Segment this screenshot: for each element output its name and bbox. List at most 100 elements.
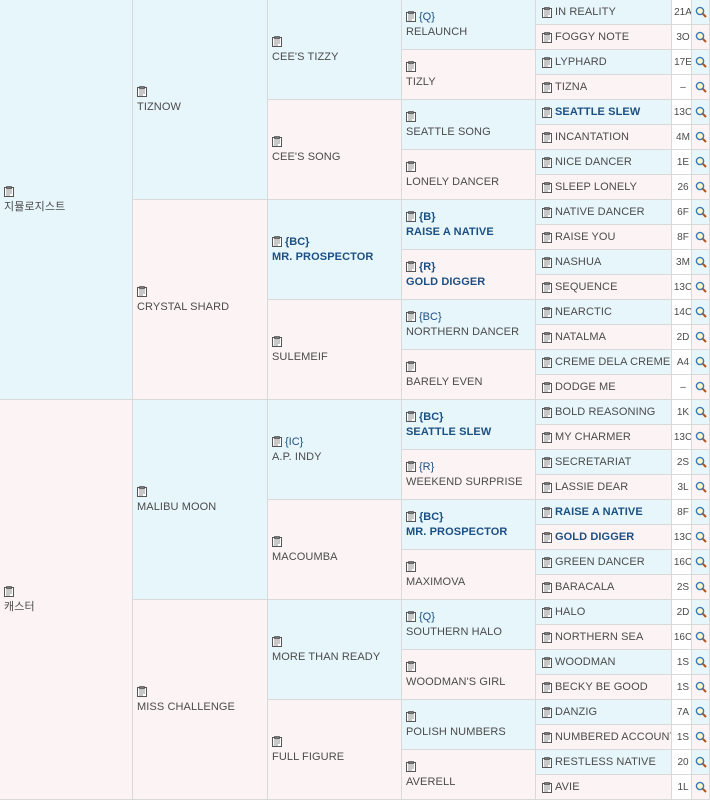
- ancestor-name-link[interactable]: GOLD DIGGER: [406, 275, 535, 289]
- ancestor-name-link[interactable]: SEQUENCE: [555, 280, 618, 294]
- clipboard-icon[interactable]: [542, 631, 552, 643]
- magnifier-icon[interactable]: [692, 450, 709, 474]
- ancestor-name-link[interactable]: 지뮬로지스트: [4, 200, 132, 214]
- clipboard-icon[interactable]: [406, 661, 416, 672]
- ancestor-name-link[interactable]: CEE'S SONG: [272, 150, 401, 164]
- ancestor-name-link[interactable]: LYPHARD: [555, 55, 607, 69]
- ancestor-name-link[interactable]: NASHUA: [555, 255, 601, 269]
- ancestor-name-link[interactable]: MACOUMBA: [272, 550, 401, 564]
- clipboard-icon[interactable]: [272, 336, 282, 347]
- magnifier-icon[interactable]: [692, 175, 709, 199]
- ancestor-name-link[interactable]: MR. PROSPECTOR: [272, 250, 401, 264]
- ancestor-name-link[interactable]: NEARCTIC: [555, 305, 612, 319]
- clipboard-icon[interactable]: [406, 761, 416, 772]
- clipboard-icon[interactable]: [542, 381, 552, 393]
- clipboard-icon[interactable]: [542, 281, 552, 293]
- ancestor-name-link[interactable]: FOGGY NOTE: [555, 30, 629, 44]
- ancestor-name-link[interactable]: NUMBERED ACCOUNT: [555, 730, 671, 744]
- clipboard-icon[interactable]: [4, 586, 14, 597]
- clipboard-icon[interactable]: [137, 486, 147, 497]
- magnifier-icon[interactable]: [692, 300, 709, 324]
- ancestor-name-link[interactable]: SECRETARIAT: [555, 455, 631, 469]
- magnifier-icon[interactable]: [692, 250, 709, 274]
- ancestor-name-link[interactable]: GREEN DANCER: [555, 555, 645, 569]
- ancestor-name-link[interactable]: SLEEP LONELY: [555, 180, 637, 194]
- ancestor-name-link[interactable]: MAXIMOVA: [406, 575, 535, 589]
- clipboard-icon[interactable]: [542, 331, 552, 343]
- magnifier-icon[interactable]: [692, 650, 709, 674]
- clipboard-icon[interactable]: [542, 581, 552, 593]
- clipboard-icon[interactable]: [542, 706, 552, 718]
- ancestor-name-link[interactable]: TIZNA: [555, 80, 587, 94]
- ancestor-name-link[interactable]: SULEMEIF: [272, 350, 401, 364]
- clipboard-icon[interactable]: [542, 531, 552, 543]
- ancestor-name-link[interactable]: CEE'S TIZZY: [272, 50, 401, 64]
- magnifier-icon[interactable]: [692, 100, 709, 124]
- ancestor-name-link[interactable]: LONELY DANCER: [406, 175, 535, 189]
- magnifier-icon[interactable]: [692, 150, 709, 174]
- magnifier-icon[interactable]: [692, 725, 709, 749]
- ancestor-name-link[interactable]: BOLD REASONING: [555, 405, 655, 419]
- magnifier-icon[interactable]: [692, 275, 709, 299]
- magnifier-icon[interactable]: [692, 600, 709, 624]
- ancestor-name-link[interactable]: HALO: [555, 605, 585, 619]
- magnifier-icon[interactable]: [692, 700, 709, 724]
- ancestor-name-link[interactable]: RAISE YOU: [555, 230, 616, 244]
- ancestor-name-link[interactable]: NATALMA: [555, 330, 606, 344]
- clipboard-icon[interactable]: [542, 231, 552, 243]
- ancestor-name-link[interactable]: MY CHARMER: [555, 430, 631, 444]
- magnifier-icon[interactable]: [692, 575, 709, 599]
- clipboard-icon[interactable]: [272, 736, 282, 747]
- ancestor-name-link[interactable]: RAISE A NATIVE: [555, 505, 643, 519]
- magnifier-icon[interactable]: [692, 350, 709, 374]
- ancestor-name-link[interactable]: 캐스터: [4, 600, 132, 614]
- magnifier-icon[interactable]: [692, 475, 709, 499]
- magnifier-icon[interactable]: [692, 125, 709, 149]
- clipboard-icon[interactable]: [542, 406, 552, 418]
- magnifier-icon[interactable]: [692, 675, 709, 699]
- clipboard-icon[interactable]: [406, 711, 416, 722]
- ancestor-name-link[interactable]: IN REALITY: [555, 5, 616, 19]
- ancestor-name-link[interactable]: GOLD DIGGER: [555, 530, 634, 544]
- clipboard-icon[interactable]: [542, 256, 552, 268]
- ancestor-name-link[interactable]: INCANTATION: [555, 130, 629, 144]
- ancestor-name-link[interactable]: NORTHERN DANCER: [406, 325, 535, 339]
- ancestor-name-link[interactable]: SEATTLE SONG: [406, 125, 535, 139]
- magnifier-icon[interactable]: [692, 325, 709, 349]
- clipboard-icon[interactable]: [137, 686, 147, 697]
- magnifier-icon[interactable]: [692, 200, 709, 224]
- magnifier-icon[interactable]: [692, 750, 709, 774]
- clipboard-icon[interactable]: [542, 506, 552, 518]
- ancestor-name-link[interactable]: MALIBU MOON: [137, 500, 267, 514]
- clipboard-icon[interactable]: [542, 681, 552, 693]
- ancestor-name-link[interactable]: WOODMAN'S GIRL: [406, 675, 535, 689]
- ancestor-name-link[interactable]: MORE THAN READY: [272, 650, 401, 664]
- magnifier-icon[interactable]: [692, 550, 709, 574]
- clipboard-icon[interactable]: [542, 456, 552, 468]
- clipboard-icon[interactable]: [542, 756, 552, 768]
- clipboard-icon[interactable]: [406, 161, 416, 172]
- ancestor-name-link[interactable]: BARACALA: [555, 580, 615, 594]
- magnifier-icon[interactable]: [692, 625, 709, 649]
- ancestor-name-link[interactable]: MISS CHALLENGE: [137, 700, 267, 714]
- ancestor-name-link[interactable]: NICE DANCER: [555, 155, 632, 169]
- ancestor-name-link[interactable]: WOODMAN: [555, 655, 616, 669]
- clipboard-icon[interactable]: [542, 606, 552, 618]
- ancestor-name-link[interactable]: DANZIG: [555, 705, 597, 719]
- ancestor-name-link[interactable]: SOUTHERN HALO: [406, 625, 535, 639]
- clipboard-icon[interactable]: [542, 156, 552, 168]
- ancestor-name-link[interactable]: A.P. INDY: [272, 450, 401, 464]
- clipboard-icon[interactable]: [406, 561, 416, 572]
- magnifier-icon[interactable]: [692, 375, 709, 399]
- clipboard-icon[interactable]: [272, 436, 282, 447]
- ancestor-name-link[interactable]: POLISH NUMBERS: [406, 725, 535, 739]
- ancestor-name-link[interactable]: WEEKEND SURPRISE: [406, 475, 535, 489]
- ancestor-name-link[interactable]: DODGE ME: [555, 380, 616, 394]
- clipboard-icon[interactable]: [542, 731, 552, 743]
- clipboard-icon[interactable]: [406, 111, 416, 122]
- clipboard-icon[interactable]: [542, 656, 552, 668]
- magnifier-icon[interactable]: [692, 775, 709, 799]
- magnifier-icon[interactable]: [692, 225, 709, 249]
- ancestor-name-link[interactable]: MR. PROSPECTOR: [406, 525, 535, 539]
- clipboard-icon[interactable]: [406, 211, 416, 222]
